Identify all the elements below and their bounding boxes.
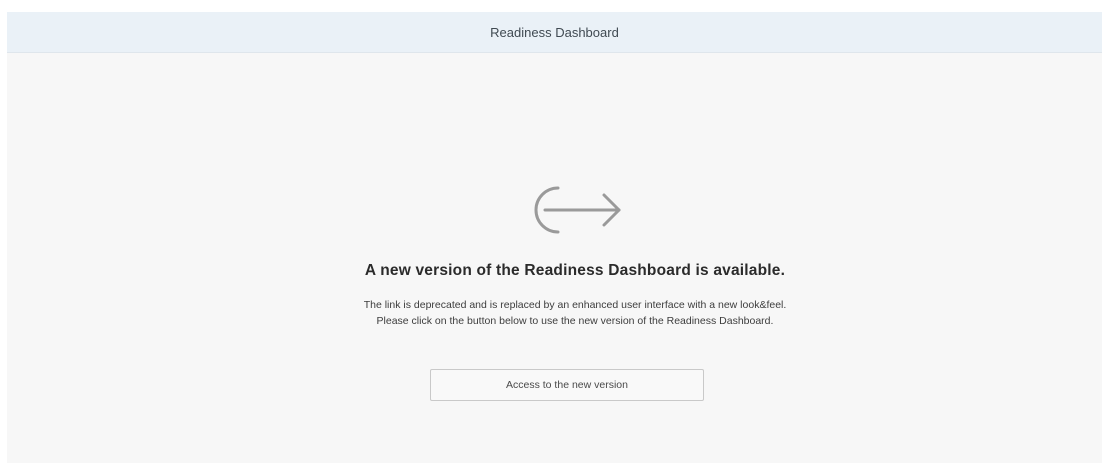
- page-frame: Readiness Dashboard A new version of the…: [7, 12, 1102, 463]
- access-new-version-button[interactable]: Access to the new version: [430, 369, 704, 401]
- app-title: Readiness Dashboard: [490, 24, 619, 40]
- sign-out-icon: [518, 182, 628, 238]
- app-header: Readiness Dashboard: [7, 12, 1102, 53]
- main-content: A new version of the Readiness Dashboard…: [7, 53, 1102, 463]
- notice-description-line: The link is deprecated and is replaced b…: [363, 299, 787, 311]
- notice-description: The link is deprecated and is replaced b…: [7, 297, 1102, 329]
- notice-description-line: Please click on the button below to use …: [376, 315, 774, 327]
- notice-headline: A new version of the Readiness Dashboard…: [364, 262, 786, 279]
